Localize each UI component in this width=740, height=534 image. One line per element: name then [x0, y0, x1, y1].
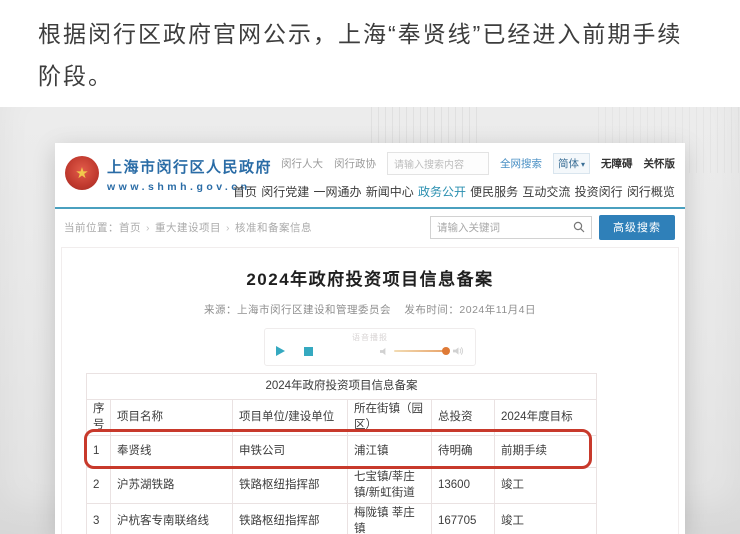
audio-player: 语音播报: [264, 328, 476, 366]
link-minhang-renda[interactable]: 闵行人大: [281, 156, 323, 171]
breadcrumb-separator: ›: [146, 221, 150, 234]
breadcrumb-item[interactable]: 重大建设项目: [155, 222, 221, 234]
player-caption: 语音播报: [352, 333, 388, 342]
national-emblem-icon: ★: [65, 156, 99, 190]
keyword-search-input[interactable]: 请输入关键词: [430, 215, 592, 239]
page-search: 请输入关键词 高级搜索: [430, 214, 675, 240]
breadcrumb-item[interactable]: 首页: [119, 222, 141, 234]
nav-item[interactable]: 新闻中心: [366, 183, 414, 200]
emblem-star-icon: ★: [75, 164, 89, 182]
play-icon[interactable]: [276, 346, 285, 356]
breadcrumb: 当前位置：首页 › 重大建设项目 › 核准和备案信息: [64, 220, 312, 235]
table-header-cell: 项目名称: [110, 398, 233, 437]
doc-meta: 来源：上海市闵行区建设和管理委员会 发布时间：2024年11月4日: [62, 302, 678, 317]
table-cell: 七宝镇/莘庄镇/新虹街道: [347, 467, 432, 505]
link-minhang-zhengxie[interactable]: 闵行政协: [334, 156, 376, 171]
header-search-input[interactable]: 请输入搜索内容: [386, 152, 489, 175]
accessibility-link[interactable]: 无障碍: [601, 156, 633, 171]
language-label: 简体: [557, 158, 579, 170]
nav-item[interactable]: 投资闵行: [575, 183, 623, 200]
care-mode-link[interactable]: 关怀版: [644, 156, 676, 171]
table-cell: 奉贤线: [110, 435, 233, 469]
site-name: 上海市闵行区人民政府: [107, 159, 273, 176]
nav-item[interactable]: 首页: [233, 183, 257, 200]
site-search-button[interactable]: 全网搜索: [500, 156, 542, 171]
breadcrumb-label: 当前位置：: [64, 221, 119, 234]
article-intro: 根据闵行区政府官网公示，上海“奉贤线”已经进入前期手续阶段。: [38, 21, 683, 89]
table-cell: 铁路枢纽指挥部: [232, 467, 348, 505]
volume-mute-icon[interactable]: [380, 347, 389, 356]
nav-item[interactable]: 闵行党建: [261, 183, 309, 200]
table-cell: 待明确: [431, 435, 495, 469]
volume-slider-handle[interactable]: [442, 347, 450, 355]
site-header: ★ 上海市闵行区人民政府 www.shmh.gov.cn 闵行人大 闵行政协 请…: [55, 143, 685, 209]
table-cell: 沪杭客专南联络线: [110, 503, 233, 534]
table-caption: 2024年政府投资项目信息备案: [86, 373, 597, 400]
table-cell: 铁路枢纽指挥部: [232, 503, 348, 534]
nav-item[interactable]: 一网通办: [313, 183, 361, 200]
advanced-search-button[interactable]: 高级搜索: [599, 214, 675, 240]
table-cell: 13600: [431, 467, 495, 505]
table-header-cell: 所在街镇（园区）: [347, 398, 432, 437]
breadcrumb-item[interactable]: 核准和备案信息: [235, 222, 312, 234]
table-header-cell: 2024年度目标: [494, 398, 597, 437]
table-cell: 竣工: [494, 467, 597, 505]
table-header-cell: 项目单位/建设单位: [232, 398, 348, 437]
chevron-down-icon: ▾: [580, 160, 585, 169]
table-cell: 2: [86, 467, 111, 505]
table-cell: 浦江镇: [347, 435, 432, 469]
nav-item[interactable]: 互动交流: [522, 183, 570, 200]
screenshot-background: ★ 上海市闵行区人民政府 www.shmh.gov.cn 闵行人大 闵行政协 请…: [0, 107, 740, 534]
breadcrumb-row: 当前位置：首页 › 重大建设项目 › 核准和备案信息 请输入关键词 高级搜索: [55, 209, 685, 245]
table-header-cell: 总投资: [431, 398, 495, 437]
projects-table-wrap: 2024年政府投资项目信息备案 序号 项目名称 项目单位/建设单位 所在街镇（园区） 总投…: [84, 373, 602, 534]
table-cell: 竣工: [494, 503, 597, 534]
doc-published: 发布时间：2024年11月4日: [404, 304, 537, 316]
table-row-highlighted: 1 奉贤线 申铁公司 浦江镇 待明确 前期手续: [86, 435, 597, 469]
keyword-placeholder: 请输入关键词: [437, 221, 500, 234]
nav-item[interactable]: 便民服务: [470, 183, 518, 200]
volume-slider[interactable]: [394, 347, 450, 355]
table-header-cell: 序号: [86, 398, 111, 437]
table-cell: 167705: [431, 503, 495, 534]
table-cell: 沪苏湖铁路: [110, 467, 233, 505]
table-cell: 3: [86, 503, 111, 534]
page: 根据闵行区政府官网公示，上海“奉贤线”已经进入前期手续阶段。 ★ 上海市闵行区人…: [0, 0, 740, 534]
table-row: 2 沪苏湖铁路 铁路枢纽指挥部 七宝镇/莘庄镇/新虹街道 13600 竣工: [86, 467, 597, 505]
player-controls: [265, 343, 475, 356]
volume-icon[interactable]: [453, 346, 464, 356]
nav-item[interactable]: 闵行概览: [627, 183, 675, 200]
search-icon[interactable]: [573, 221, 585, 233]
breadcrumb-separator: ›: [226, 221, 230, 234]
header-utility-bar: 闵行人大 闵行政协 请输入搜索内容 全网搜索 简体 ▾ 无障碍 关怀版: [281, 152, 675, 175]
article-content: 2024年政府投资项目信息备案 来源：上海市闵行区建设和管理委员会 发布时间：2…: [61, 247, 679, 534]
page-title: 2024年政府投资项目信息备案: [246, 270, 494, 289]
table-cell: 梅陇镇 莘庄镇: [347, 503, 432, 534]
main-nav: 首页 闵行党建 一网通办 新闻中心 政务公开 便民服务 互动交流 投资闵行 闵行概览: [233, 183, 675, 200]
volume-controls: [380, 346, 464, 356]
projects-table: 2024年政府投资项目信息备案 序号 项目名称 项目单位/建设单位 所在街镇（园区） 总投…: [86, 373, 597, 534]
table-row: 3 沪杭客专南联络线 铁路枢纽指挥部 梅陇镇 莘庄镇 167705 竣工: [86, 503, 597, 534]
table-cell: 前期手续: [494, 435, 597, 469]
doc-source: 来源：上海市闵行区建设和管理委员会: [203, 304, 391, 316]
gov-site-screenshot: ★ 上海市闵行区人民政府 www.shmh.gov.cn 闵行人大 闵行政协 请…: [55, 143, 685, 534]
table-cell: 申铁公司: [232, 435, 348, 469]
nav-item[interactable]: 政务公开: [418, 183, 466, 200]
stop-icon[interactable]: [304, 346, 313, 356]
table-cell: 1: [86, 435, 111, 469]
language-toggle[interactable]: 简体 ▾: [552, 153, 590, 174]
